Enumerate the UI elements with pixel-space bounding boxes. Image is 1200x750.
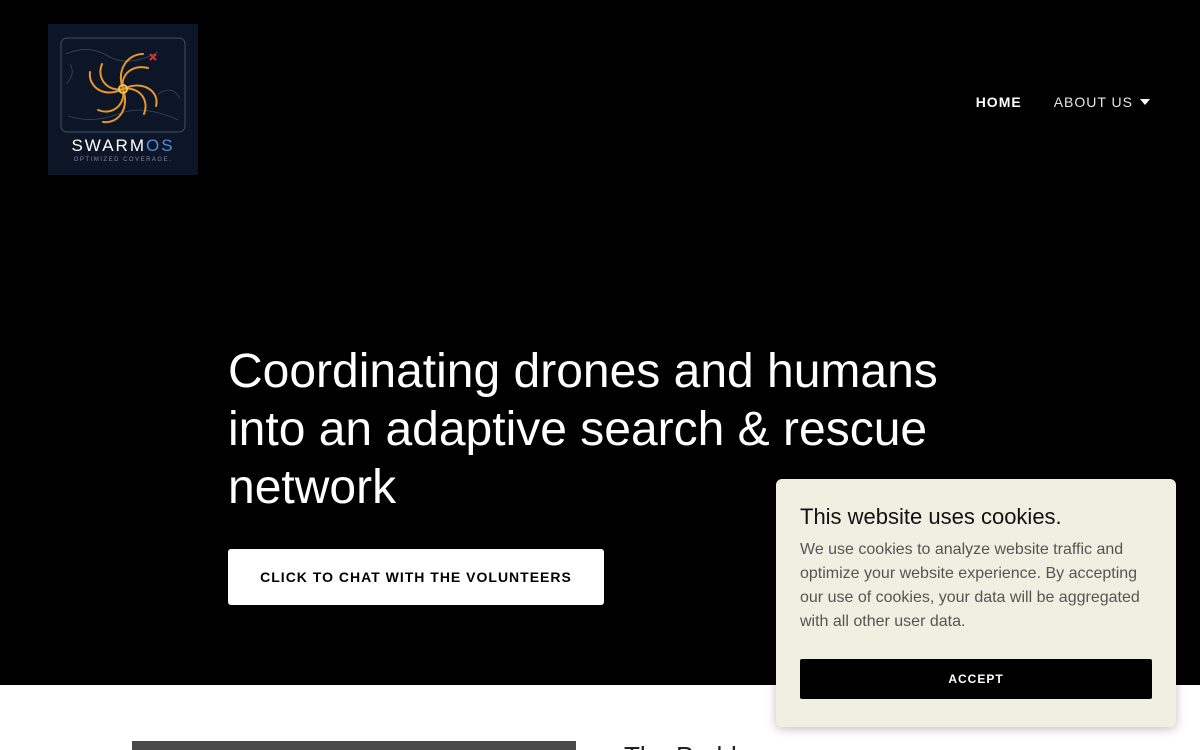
chat-with-volunteers-button[interactable]: CLICK TO CHAT WITH THE VOLUNTEERS	[228, 549, 604, 605]
cookie-banner-title: This website uses cookies.	[800, 504, 1062, 529]
nav-about-us[interactable]: ABOUT US	[1054, 94, 1150, 110]
swarmos-logo[interactable]: SWARMOS OPTIMIZED COVERAGE.	[48, 24, 198, 175]
cookie-banner: This website uses cookies. We use cookie…	[776, 479, 1176, 727]
caret-down-icon	[1140, 99, 1150, 105]
logo-tagline: OPTIMIZED COVERAGE.	[73, 157, 173, 163]
nav-home[interactable]: HOME	[976, 94, 1022, 110]
section-image	[132, 741, 576, 750]
logo-wordmark: SWARMOS	[71, 136, 175, 155]
main-nav: HOME ABOUT US	[976, 94, 1150, 110]
cookie-banner-text: We use cookies to analyze website traffi…	[800, 541, 1140, 630]
accept-cookies-button[interactable]: ACCEPT	[800, 659, 1152, 699]
section-heading: The Problem	[624, 741, 773, 750]
